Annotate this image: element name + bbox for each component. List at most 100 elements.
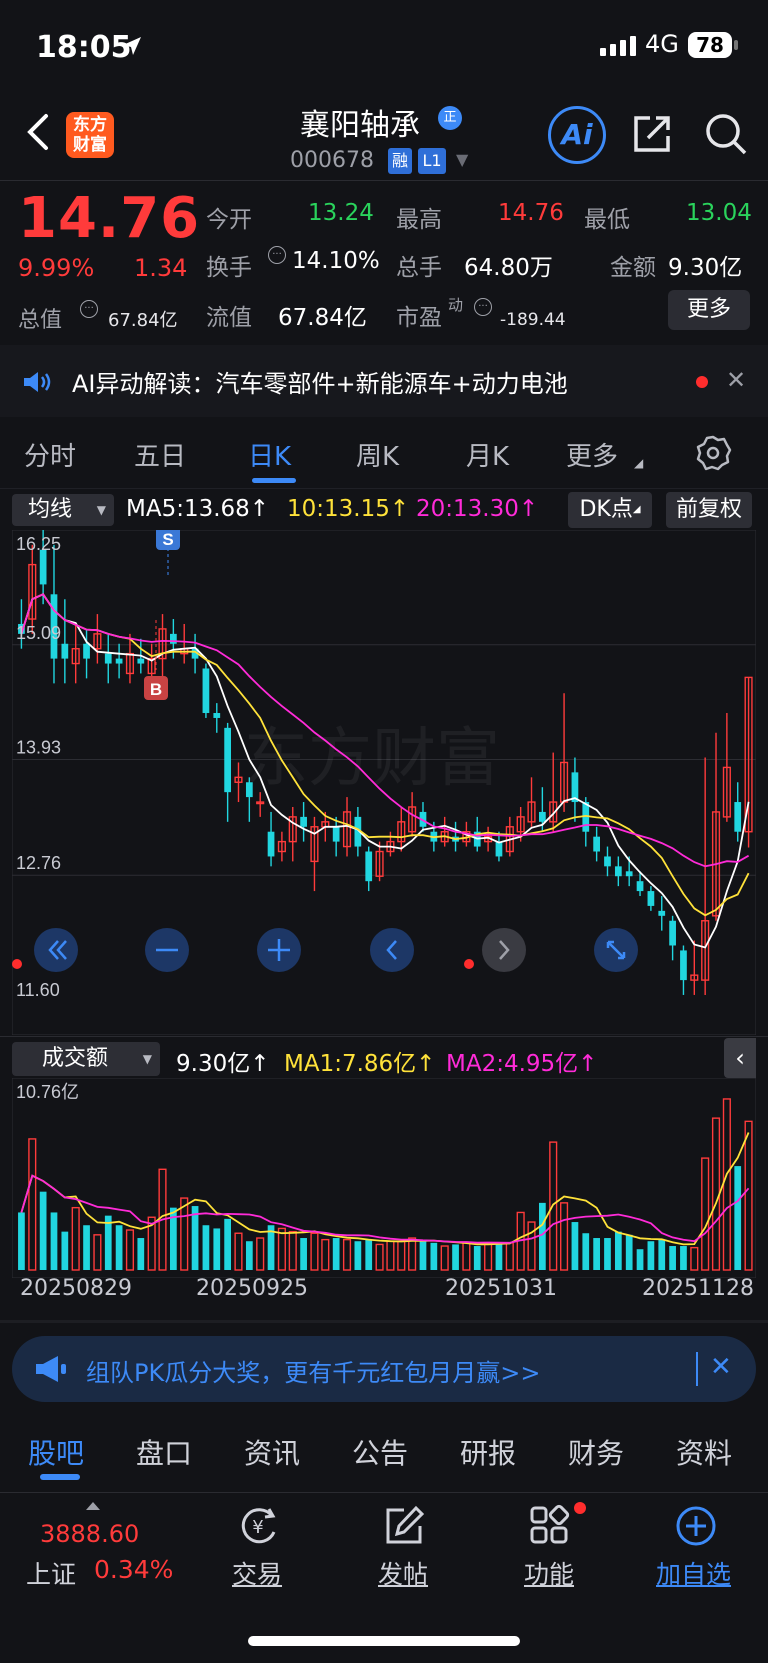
volume-bar [711,1117,721,1271]
index-name[interactable]: 上证 [26,1555,76,1591]
volume-bar [28,1138,37,1271]
change-amount: 1.34 [134,254,188,282]
candle-body [61,643,69,659]
share-icon[interactable] [630,112,674,156]
functions-button-label[interactable]: 功能 [524,1555,574,1591]
volume-bar [484,1242,493,1271]
back-button[interactable] [22,110,52,162]
gear-icon[interactable] [694,434,732,472]
index-change-percent[interactable]: 0.34% [94,1555,173,1584]
candle-body [647,891,655,906]
more-quote-button[interactable]: 更多 [668,290,750,330]
volume-bar [300,1238,307,1270]
speaker-icon [24,372,51,392]
ma-select-label: 均线 [28,497,73,522]
tab-more[interactable]: 更多 [566,436,618,473]
volume-bar [277,1227,286,1271]
low-value: 13.04 [686,200,752,226]
volume-bar [495,1242,503,1270]
tab-financials[interactable]: 财务 [568,1432,624,1472]
divider [0,1036,768,1037]
dk-point-button[interactable]: DK点◢ [568,492,652,528]
y-axis-tick-label: 15.09 [16,623,61,643]
info-icon[interactable]: ··· [474,298,492,316]
candle-body [365,851,373,882]
tab-weekly-k[interactable]: 周K [356,436,399,473]
tab-guba[interactable]: 股吧 [28,1432,84,1472]
post-button-label[interactable]: 发帖 [378,1555,428,1591]
candle-body [245,782,253,798]
candle-body [332,826,340,842]
candle-body [669,920,676,946]
total-cap-value: 67.84亿 [108,310,178,331]
tab-intraday[interactable]: 分时 [24,436,76,473]
scroll-right-button[interactable] [482,928,526,972]
volume-indicator-select[interactable]: 成交额 ▼ [12,1042,160,1076]
info-icon[interactable]: ··· [80,300,98,318]
tab-daily-k[interactable]: 日K [248,436,291,473]
volume-bar [365,1239,373,1270]
tab-announcements[interactable]: 公告 [352,1432,408,1472]
volume-frame [12,1078,756,1278]
scroll-left-button[interactable] [370,928,414,972]
candle-body [625,871,633,877]
ma-indicator-select[interactable]: 均线 ▼ [12,494,114,526]
volume-bar [680,1246,687,1270]
tab-monthly-k[interactable]: 月K [466,436,509,473]
tab-order-book[interactable]: 盘口 [136,1432,192,1472]
ai-assistant-button[interactable]: Ai [548,106,606,164]
volume-ma1-value: MA1:7.86亿↑ [284,1051,436,1077]
volume-bar [202,1225,210,1270]
tab-research[interactable]: 研报 [460,1432,516,1472]
volume-bar [125,1229,135,1271]
trade-icon[interactable]: ¥ [236,1504,280,1548]
megaphone-icon [36,1356,66,1382]
sell-signal-label: S [162,530,173,549]
volume-bar [180,1197,189,1271]
scroll-left-fast-button[interactable] [34,928,78,972]
volume-amount-value: 9.30亿↑ [176,1051,270,1077]
change-percent: 9.99% [18,254,95,282]
tab-five-day[interactable]: 五日 [134,436,186,473]
candlestick-chart[interactable]: 东方财富 S B 16.25 15.09 13.93 12.76 11.60 [12,530,756,1035]
turnover-label: 换手 [206,255,252,281]
edit-post-icon[interactable] [382,1504,426,1548]
open-value: 13.24 [308,200,374,226]
y-axis-tick-label: 13.93 [16,738,61,758]
close-icon[interactable]: ✕ [726,366,746,394]
trade-button-label[interactable]: 交易 [232,1555,282,1591]
pe-label: 市盈 [396,305,442,331]
volume-bar [636,1249,644,1270]
volume-bar [408,1237,417,1271]
info-icon[interactable]: ··· [268,246,286,264]
add-circle-icon[interactable] [674,1504,718,1548]
volume-bar [93,1234,102,1271]
volume-bar [430,1242,438,1270]
volume-bar [321,1238,330,1271]
collapse-panel-button[interactable]: ‹ [724,1038,756,1078]
stock-tag-badge: 正 [438,106,462,130]
chevron-left-icon: ‹ [735,1044,745,1072]
index-value[interactable]: 3888.60 [40,1520,139,1548]
add-watchlist-button-label[interactable]: 加自选 [656,1555,731,1591]
active-tab-indicator [40,1474,80,1480]
tab-news[interactable]: 资讯 [244,1432,300,1472]
price-adjust-button[interactable]: 前复权 [666,492,752,528]
volume-chart[interactable]: 10.76亿 [12,1078,756,1278]
volume-bar [288,1230,297,1271]
triangle-icon: ◢ [632,504,641,515]
candle-body [300,816,307,827]
pe-value: -189.44 [500,310,566,330]
search-icon[interactable] [704,112,748,156]
volume-bar [539,1202,546,1270]
caret-down-icon[interactable]: ▼ [456,150,468,169]
volume-bar [224,1218,231,1270]
close-icon[interactable]: ✕ [710,1352,732,1382]
triangle-icon: ◢ [634,456,644,470]
volume-bar [386,1240,395,1271]
y-axis-tick-label: 12.76 [16,853,61,873]
candle-body [604,856,611,867]
tab-profile[interactable]: 资料 [676,1432,732,1472]
volume-bar [658,1239,666,1270]
grid-functions-icon[interactable] [528,1504,572,1548]
